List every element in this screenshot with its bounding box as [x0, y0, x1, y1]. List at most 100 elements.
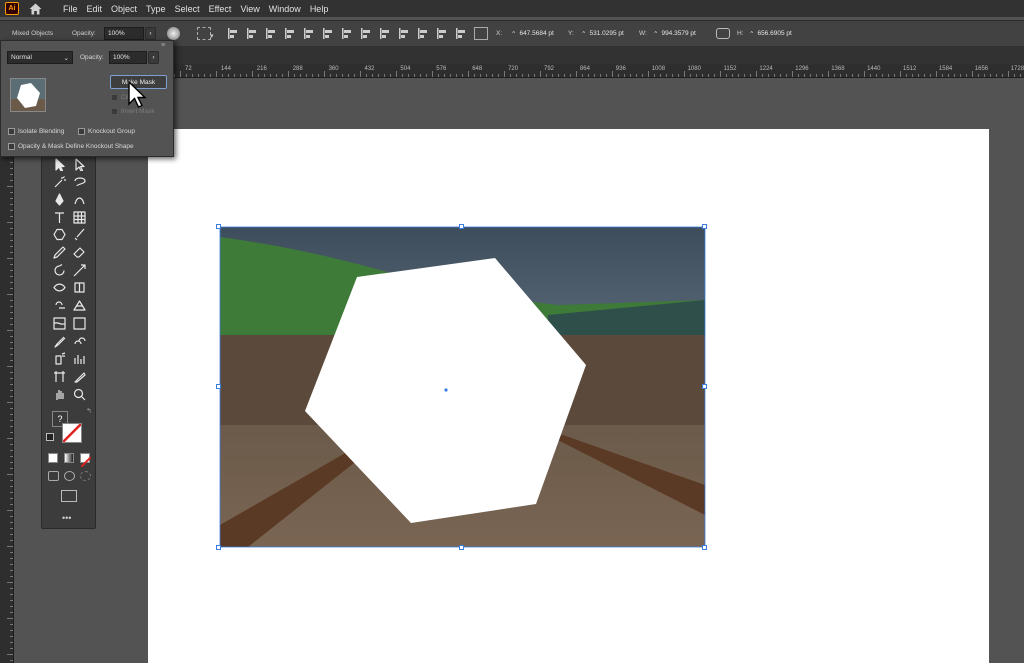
align-right-icon[interactable]	[265, 27, 277, 40]
object-thumbnail[interactable]	[10, 78, 46, 112]
screen-mode-icon[interactable]	[61, 490, 77, 502]
link-icon[interactable]	[716, 28, 730, 39]
chevron-down-icon[interactable]: ▾	[210, 32, 214, 40]
zoom-tool-icon[interactable]	[70, 386, 88, 402]
menu-select[interactable]: Select	[175, 4, 200, 14]
swap-fill-stroke-icon[interactable]: ↰	[86, 407, 92, 415]
distribute-right-icon[interactable]	[436, 27, 448, 40]
w-stepper-icon[interactable]: ⌃	[653, 30, 658, 38]
menu-help[interactable]: Help	[310, 4, 329, 14]
reference-point-icon[interactable]	[474, 27, 488, 40]
mesh-tool-icon[interactable]	[50, 315, 68, 331]
eraser-tool-icon[interactable]	[70, 245, 88, 261]
polygon-tool-icon[interactable]	[50, 227, 68, 243]
isolate-blending-checkbox[interactable]	[8, 128, 15, 135]
lasso-tool-icon[interactable]	[70, 174, 88, 190]
symbol-sprayer-tool-icon[interactable]	[50, 351, 68, 367]
menu-window[interactable]: Window	[269, 4, 301, 14]
h-stepper-icon[interactable]: ⌃	[749, 30, 754, 38]
pencil-tool-icon[interactable]	[50, 245, 68, 261]
y-field[interactable]: ⌃ 531.0295 pt	[578, 27, 638, 40]
type-tool-icon[interactable]	[50, 209, 68, 225]
distribute-spacing-icon[interactable]	[455, 27, 467, 40]
gradient-mode-icon[interactable]	[64, 453, 74, 463]
selection-tool-icon[interactable]	[50, 156, 68, 172]
placed-image[interactable]	[218, 225, 708, 549]
blend-mode-select[interactable]: Normal ⌄	[7, 51, 73, 64]
h-field[interactable]: ⌃ 656.6905 pt	[746, 27, 808, 40]
panel-opacity-field[interactable]: 100%	[109, 51, 147, 64]
scale-tool-icon[interactable]	[70, 262, 88, 278]
grid-tool-icon[interactable]	[70, 209, 88, 225]
align-left-icon[interactable]	[227, 27, 239, 40]
menu-object[interactable]: Object	[111, 4, 137, 14]
handle-top-left[interactable]	[216, 224, 221, 229]
opacity-mask-knockout-option[interactable]: Opacity & Mask Define Knockout Shape	[8, 143, 134, 150]
y-stepper-icon[interactable]: ⌃	[581, 30, 586, 38]
align-center-h-icon[interactable]	[246, 27, 258, 40]
handle-bottom-center[interactable]	[459, 545, 464, 550]
distribute-bottom-icon[interactable]	[379, 27, 391, 40]
color-mode-icon[interactable]	[48, 453, 58, 463]
curvature-tool-icon[interactable]	[70, 191, 88, 207]
pen-tool-icon[interactable]	[50, 191, 68, 207]
slice-tool-icon[interactable]	[70, 368, 88, 384]
edit-toolbar-icon[interactable]: •••	[62, 513, 71, 523]
stroke-none-icon[interactable]	[62, 423, 82, 443]
default-colors-icon[interactable]	[46, 433, 54, 441]
w-field[interactable]: ⌃ 994.3579 pt	[650, 27, 710, 40]
distribute-left-icon[interactable]	[398, 27, 410, 40]
distribute-top-icon[interactable]	[341, 27, 353, 40]
panel-menu-icon[interactable]: ≡	[161, 42, 165, 49]
clip-checkbox[interactable]	[111, 94, 118, 101]
x-field[interactable]: ⌃ 647.5684 pt	[508, 27, 566, 40]
invert-mask-checkbox[interactable]	[111, 108, 118, 115]
draw-inside-icon[interactable]	[80, 471, 91, 481]
handle-bottom-right[interactable]	[702, 545, 707, 550]
x-stepper-icon[interactable]: ⌃	[511, 30, 516, 38]
rotate-tool-icon[interactable]	[50, 262, 68, 278]
align-top-icon[interactable]	[284, 27, 296, 40]
paintbrush-tool-icon[interactable]	[70, 227, 88, 243]
menu-edit[interactable]: Edit	[87, 4, 103, 14]
blend-tool-icon[interactable]	[70, 333, 88, 349]
free-transform-tool-icon[interactable]	[70, 280, 88, 296]
graph-tool-icon[interactable]	[70, 351, 88, 367]
home-icon[interactable]	[27, 2, 43, 16]
opacity-mask-knockout-checkbox[interactable]	[8, 143, 15, 150]
handle-top-right[interactable]	[702, 224, 707, 229]
align-to-icon[interactable]	[197, 27, 211, 40]
align-center-v-icon[interactable]	[303, 27, 315, 40]
align-bottom-icon[interactable]	[322, 27, 334, 40]
panel-opacity-arrow[interactable]: ›	[148, 51, 159, 64]
eyedropper-tool-icon[interactable]	[50, 333, 68, 349]
gradient-tool-icon[interactable]	[70, 315, 88, 331]
menu-type[interactable]: Type	[146, 4, 166, 14]
menu-file[interactable]: File	[63, 4, 78, 14]
distribute-center-v-icon[interactable]	[360, 27, 372, 40]
knockout-group-option[interactable]: Knockout Group	[78, 128, 135, 135]
distribute-center-h-icon[interactable]	[417, 27, 429, 40]
handle-top-center[interactable]	[459, 224, 464, 229]
magic-wand-tool-icon[interactable]	[50, 174, 68, 190]
direct-selection-tool-icon[interactable]	[70, 156, 88, 172]
isolate-blending-option[interactable]: Isolate Blending	[8, 128, 64, 135]
opacity-field[interactable]: 100%	[104, 27, 144, 40]
shape-builder-tool-icon[interactable]	[50, 298, 68, 314]
handle-middle-left[interactable]	[216, 384, 221, 389]
width-tool-icon[interactable]	[50, 280, 68, 296]
hand-tool-icon[interactable]	[50, 386, 68, 402]
artboard-tool-icon[interactable]	[50, 368, 68, 384]
recolor-icon[interactable]	[167, 27, 180, 40]
menu-view[interactable]: View	[240, 4, 259, 14]
perspective-grid-tool-icon[interactable]	[70, 298, 88, 314]
handle-middle-right[interactable]	[702, 384, 707, 389]
menu-effect[interactable]: Effect	[209, 4, 232, 14]
draw-behind-icon[interactable]	[64, 471, 75, 481]
none-mode-icon[interactable]	[80, 453, 92, 468]
fill-stroke-widget[interactable]: ? ↰	[46, 407, 92, 445]
knockout-group-checkbox[interactable]	[78, 128, 85, 135]
draw-normal-icon[interactable]	[48, 471, 59, 481]
opacity-arrow-button[interactable]: ›	[145, 27, 156, 40]
handle-bottom-left[interactable]	[216, 545, 221, 550]
